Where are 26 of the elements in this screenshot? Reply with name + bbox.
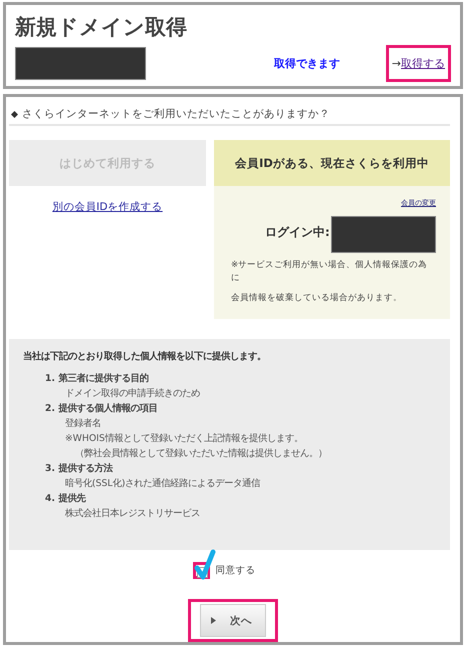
login-label: ログイン中: xyxy=(265,224,330,242)
item-text: 暗号化(SSL化)された通信経路によるデータ通信 xyxy=(64,477,262,490)
item-text: ドメイン取得の申請手続きのため xyxy=(64,387,201,400)
agree-checkbox[interactable] xyxy=(194,549,216,581)
item-heading: 1. 第三者に提供する目的 xyxy=(45,372,150,385)
item-heading: 3. 提供する方法 xyxy=(45,462,114,475)
disclosure-intro: 当社は下記のとおり取得した個人情報を以下に提供します。 xyxy=(23,350,267,363)
item-heading: 2. 提供する個人情報の項目 xyxy=(45,402,158,415)
item-heading: 4. 提供先 xyxy=(45,492,87,505)
play-icon xyxy=(211,617,216,624)
note-text: ※サービスご利用が無い場合、個人情報保護の為に xyxy=(231,259,428,286)
create-id-link[interactable]: 別の会員IDを作成する xyxy=(52,200,163,214)
page-title: 新規ドメイン取得 xyxy=(15,14,188,41)
next-button[interactable]: 次へ xyxy=(200,604,266,637)
item-text: 登録者名 xyxy=(64,417,102,430)
option-tab[interactable]: 会員IDがある、現在さくらを利用中 xyxy=(214,140,450,186)
arrow-text: → xyxy=(392,57,401,70)
item-text: 株式会社日本レジストリサービス xyxy=(64,507,201,520)
item-text: （弊社会員情報として登録いただいた情報は提供しません。） xyxy=(74,447,328,460)
diamond-icon xyxy=(11,110,18,118)
acquire-link[interactable]: 取得する xyxy=(401,56,445,72)
note-text: 会員情報を破棄している場合があります。 xyxy=(231,292,403,305)
availability-status: 取得できます xyxy=(274,56,340,72)
agree-label: 同意する xyxy=(216,564,256,577)
item-text: ※WHOIS情報として登録いただく上記情報を提供します。 xyxy=(64,432,304,445)
question-text: さくらインターネットをご利用いただいたことがありますか？ xyxy=(22,107,330,122)
